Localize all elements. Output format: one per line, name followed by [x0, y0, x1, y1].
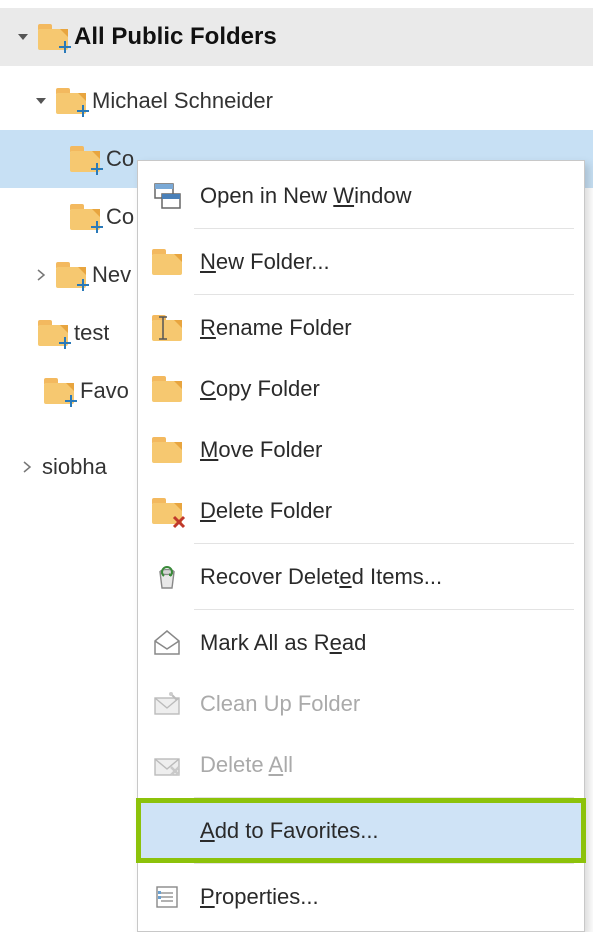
folder-delete-icon	[150, 494, 184, 528]
chevron-down-icon[interactable]	[14, 28, 32, 46]
tree-item-label: Co	[106, 204, 134, 230]
menu-label: Clean Up Folder	[200, 691, 360, 717]
recycle-bin-icon	[150, 560, 184, 594]
folder-icon	[38, 24, 68, 50]
menu-divider	[194, 609, 574, 610]
tree-item-label: test	[74, 320, 109, 346]
menu-label: Mark All as Read	[200, 630, 366, 656]
envelope-clean-icon	[150, 687, 184, 721]
menu-open-new-window[interactable]: Open in New Window	[138, 165, 584, 226]
menu-move-folder[interactable]: Move Folder	[138, 419, 584, 480]
menu-divider	[194, 797, 574, 798]
folder-icon	[56, 262, 86, 288]
folder-rename-icon	[150, 311, 184, 345]
folder-icon	[44, 378, 74, 404]
menu-label: Copy Folder	[200, 376, 320, 402]
tree-root-label: All Public Folders	[74, 23, 277, 51]
chevron-right-icon[interactable]	[18, 458, 36, 476]
menu-mark-all-read[interactable]: Mark All as Read	[138, 612, 584, 673]
folder-icon	[70, 204, 100, 230]
folder-copy-icon	[150, 372, 184, 406]
menu-label: Open in New Window	[200, 183, 412, 209]
folder-icon	[70, 146, 100, 172]
blank-icon	[150, 814, 184, 848]
folder-icon	[38, 320, 68, 346]
folder-move-icon	[150, 433, 184, 467]
tree-item-label: Nev	[92, 262, 131, 288]
chevron-right-icon[interactable]	[32, 266, 50, 284]
menu-label: New Folder...	[200, 249, 330, 275]
menu-divider	[194, 543, 574, 544]
menu-delete-folder[interactable]: Delete Folder	[138, 480, 584, 541]
menu-divider	[194, 863, 574, 864]
tree-item-label: Michael Schneider	[92, 88, 273, 114]
menu-add-to-favorites[interactable]: Add to Favorites...	[138, 800, 584, 861]
menu-label: Delete Folder	[200, 498, 332, 524]
menu-label: Move Folder	[200, 437, 322, 463]
folder-icon	[56, 88, 86, 114]
folder-icon	[150, 245, 184, 279]
tree-item-label: Favo	[80, 378, 129, 404]
chevron-down-icon[interactable]	[32, 92, 50, 110]
menu-divider	[194, 228, 574, 229]
menu-new-folder[interactable]: New Folder...	[138, 231, 584, 292]
menu-label: Recover Deleted Items...	[200, 564, 442, 590]
menu-label: Rename Folder	[200, 315, 352, 341]
menu-label: Delete All	[200, 752, 293, 778]
properties-icon	[150, 880, 184, 914]
menu-properties[interactable]: Properties...	[138, 866, 584, 927]
envelope-open-icon	[150, 626, 184, 660]
tree-row[interactable]: Michael Schneider	[0, 72, 593, 130]
menu-rename-folder[interactable]: Rename Folder	[138, 297, 584, 358]
tree-item-label: Co	[106, 146, 134, 172]
menu-label: Add to Favorites...	[200, 818, 379, 844]
tree-row-root[interactable]: All Public Folders	[0, 8, 593, 66]
menu-copy-folder[interactable]: Copy Folder	[138, 358, 584, 419]
menu-recover-deleted[interactable]: Recover Deleted Items...	[138, 546, 584, 607]
menu-clean-up-folder: Clean Up Folder	[138, 673, 584, 734]
context-menu: Open in New Window New Folder... Rename …	[137, 160, 585, 932]
menu-label: Properties...	[200, 884, 319, 910]
menu-divider	[194, 294, 574, 295]
tree-sibling-label: siobha	[42, 454, 107, 480]
menu-delete-all: Delete All	[138, 734, 584, 795]
envelope-delete-icon	[150, 748, 184, 782]
new-window-icon	[150, 179, 184, 213]
